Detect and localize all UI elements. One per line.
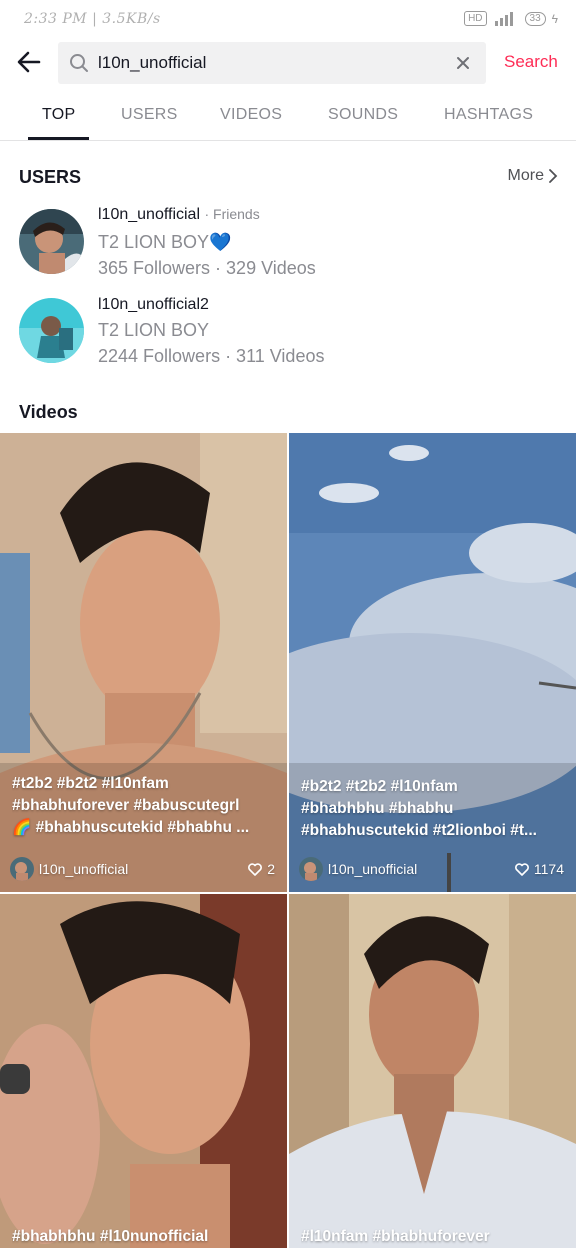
user-stats: 365 Followers · 329 Videos bbox=[98, 258, 316, 278]
tab-users[interactable]: USERS bbox=[121, 106, 178, 124]
video-caption: #l10nfam #bhabhuforever bbox=[301, 1226, 564, 1248]
video-tile-3[interactable]: #bhabhbhu #l10nunofficial bbox=[0, 894, 287, 1248]
search-tabs: TOP USERS VIDEOS SOUNDS HASHTAGS bbox=[0, 98, 576, 141]
video-tile-4[interactable]: #l10nfam #bhabhuforever bbox=[289, 894, 576, 1248]
user-bio: T2 LION BOY💙 bbox=[98, 232, 232, 252]
video-thumbnail bbox=[0, 894, 287, 1248]
video-tile-1[interactable]: #t2b2 #b2t2 #l10nfam #bhabhuforever #bab… bbox=[0, 433, 287, 892]
username: l10n_unofficial bbox=[98, 206, 201, 223]
user-name-line: l10n_unofficial · Friends bbox=[98, 206, 260, 224]
search-input[interactable]: l10n_unofficial bbox=[58, 42, 486, 84]
tab-videos[interactable]: VIDEOS bbox=[220, 106, 282, 124]
user-result-2[interactable]: l10n_unofficial2 T2 LION BOY 2244 Follow… bbox=[0, 290, 576, 372]
video-caption: #b2t2 #t2b2 #l10nfam #bhabhbhu #bhabhu #… bbox=[301, 776, 564, 842]
video-caption: #t2b2 #b2t2 #l10nfam #bhabhuforever #bab… bbox=[12, 773, 275, 839]
more-users-link[interactable]: More bbox=[508, 167, 558, 185]
caption-line: #l10nfam #bhabhuforever bbox=[301, 1228, 490, 1245]
likes-value: 2 bbox=[267, 861, 275, 877]
caption-line: #bhabhuscutekid #t2lionboi #t... bbox=[301, 822, 537, 839]
caption-line: #bhabhbhu #bhabhu bbox=[301, 800, 454, 817]
heart-icon bbox=[248, 862, 263, 876]
author-avatar bbox=[299, 857, 323, 881]
user-result-1[interactable]: l10n_unofficial · Friends T2 LION BOY💙 3… bbox=[0, 202, 576, 284]
user-bio: T2 LION BOY bbox=[98, 320, 210, 340]
author-name[interactable]: l10n_unofficial bbox=[39, 861, 128, 877]
caption-line: #bhabhuforever #babuscutegrl bbox=[12, 797, 240, 814]
video-thumbnail bbox=[289, 894, 576, 1248]
like-count: 2 bbox=[248, 861, 275, 877]
battery-icon: 33 bbox=[524, 11, 546, 26]
username: l10n_unofficial2 bbox=[98, 296, 209, 313]
status-bar: 2:33 PM | 3.5KB/s HD 33 ϟ bbox=[0, 0, 576, 40]
search-header: l10n_unofficial Search bbox=[0, 40, 576, 86]
likes-value: 1174 bbox=[533, 861, 564, 877]
video-footer: l10n_unofficial 2 bbox=[10, 856, 275, 882]
avatar[interactable] bbox=[19, 298, 84, 363]
tab-top[interactable]: TOP bbox=[42, 106, 76, 124]
chevron-right-icon bbox=[549, 169, 558, 183]
user-stats: 2244 Followers · 311 Videos bbox=[98, 346, 325, 366]
user-name-line: l10n_unofficial2 bbox=[98, 296, 209, 314]
video-grid: #t2b2 #b2t2 #l10nfam #bhabhuforever #bab… bbox=[0, 433, 576, 1248]
search-icon bbox=[70, 54, 88, 72]
search-query-text[interactable]: l10n_unofficial bbox=[98, 53, 448, 73]
back-arrow-icon[interactable] bbox=[14, 47, 44, 77]
tab-hashtags[interactable]: HASHTAGS bbox=[444, 106, 533, 124]
author-avatar bbox=[10, 857, 34, 881]
caption-line: #b2t2 #t2b2 #l10nfam bbox=[301, 778, 458, 795]
status-time-speed: 2:33 PM | 3.5KB/s bbox=[24, 11, 161, 27]
video-caption: #bhabhbhu #l10nunofficial bbox=[12, 1226, 275, 1248]
like-count: 1174 bbox=[514, 861, 564, 877]
caption-line: 🌈 #bhabhuscutekid #bhabhu ... bbox=[12, 819, 250, 836]
avatar[interactable] bbox=[19, 209, 84, 274]
signal-icon bbox=[494, 11, 513, 26]
hd-icon: HD bbox=[464, 11, 487, 26]
video-footer: l10n_unofficial 1174 bbox=[299, 856, 564, 882]
clear-icon[interactable] bbox=[448, 48, 478, 78]
author-name[interactable]: l10n_unofficial bbox=[328, 861, 417, 877]
status-icons: HD 33 ϟ bbox=[464, 11, 558, 26]
search-button[interactable]: Search bbox=[504, 52, 558, 72]
videos-section-title: Videos bbox=[19, 402, 78, 422]
users-section-title: USERS bbox=[19, 167, 82, 187]
friends-label: · Friends bbox=[204, 206, 260, 222]
charging-icon: ϟ bbox=[551, 11, 558, 26]
heart-icon bbox=[514, 862, 529, 876]
active-tab-indicator bbox=[28, 137, 89, 140]
caption-line: #t2b2 #b2t2 #l10nfam bbox=[12, 775, 169, 792]
video-tile-2[interactable]: #b2t2 #t2b2 #l10nfam #bhabhbhu #bhabhu #… bbox=[289, 433, 576, 892]
tab-sounds[interactable]: SOUNDS bbox=[328, 106, 398, 124]
more-label[interactable]: More bbox=[508, 167, 544, 185]
caption-line: #bhabhbhu #l10nunofficial bbox=[12, 1228, 209, 1245]
